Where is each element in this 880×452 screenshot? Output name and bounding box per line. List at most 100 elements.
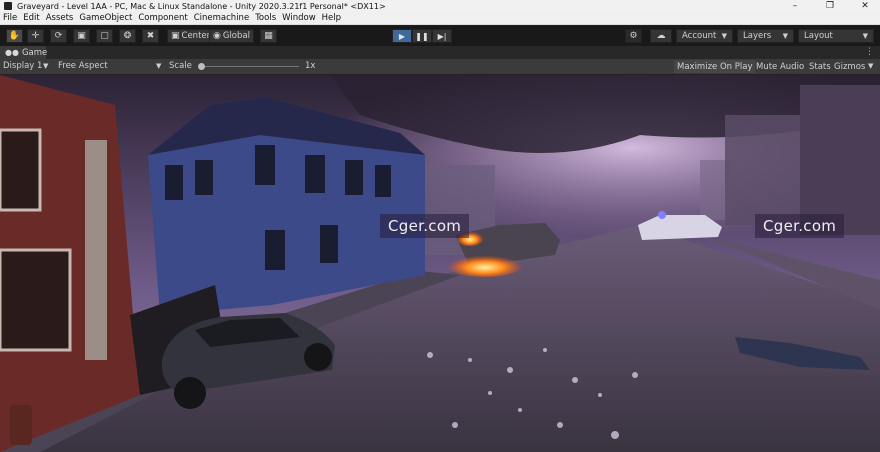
fire <box>447 253 523 277</box>
pivot-toggle[interactable]: ▣ Center <box>167 29 215 43</box>
rotate-tool-button[interactable]: ⟳ <box>50 29 67 43</box>
layout-dropdown[interactable]: Layout ▼ <box>798 29 874 43</box>
watermark: Cger.com <box>755 214 845 238</box>
menu-gameobject[interactable]: GameObject <box>79 13 132 23</box>
window <box>0 128 42 212</box>
brick-column <box>85 140 107 360</box>
scale-value: 1x <box>305 61 316 71</box>
chevron-down-icon: ▼ <box>782 32 788 40</box>
layers-label: Layers <box>743 31 772 41</box>
window <box>0 248 72 352</box>
tab-game[interactable]: ●● Game <box>0 46 48 59</box>
grid-icon: ▦ <box>264 31 273 41</box>
layout-label: Layout <box>804 31 833 41</box>
car-wheel <box>174 377 206 409</box>
space-toggle[interactable]: ◉ Global <box>209 29 254 43</box>
pause-icon: ❚❚ <box>415 31 429 41</box>
account-dropdown[interactable]: Account ▼ <box>676 29 733 43</box>
scale-icon: ▣ <box>77 31 86 41</box>
step-button[interactable]: ▶| <box>432 29 452 43</box>
rect-icon: ▢ <box>100 31 109 41</box>
move-tool-button[interactable]: ✛ <box>27 29 44 43</box>
menu-component[interactable]: Component <box>138 13 187 23</box>
menu-cinemachine[interactable]: Cinemachine <box>194 13 249 23</box>
chevron-down-icon: ▼ <box>156 62 162 70</box>
gizmos-toggle[interactable]: Gizmos <box>831 60 868 73</box>
gear-icon: ⚙ <box>629 31 638 41</box>
minimize-button[interactable]: – <box>780 0 810 12</box>
tab-options-icon[interactable]: ⋮ <box>865 47 874 57</box>
game-scene <box>0 75 880 452</box>
menu-help[interactable]: Help <box>322 13 341 23</box>
rotate-icon: ⟳ <box>54 31 63 41</box>
display-dropdown[interactable]: Display 1 <box>3 61 42 71</box>
hand-tool-button[interactable]: ✋ <box>6 29 23 43</box>
rect-tool-button[interactable]: ▢ <box>96 29 113 43</box>
play-icon: ▶ <box>398 31 406 41</box>
game-viewport[interactable]: Cger.com Cger.com <box>0 75 880 452</box>
layers-dropdown[interactable]: Layers ▼ <box>737 29 794 43</box>
globe-icon: ◉ <box>213 31 221 41</box>
pivot-label: Center <box>181 31 211 41</box>
siren-light <box>658 211 666 219</box>
transform-tool-button[interactable]: ❂ <box>119 29 136 43</box>
window <box>165 165 183 200</box>
stats-toggle[interactable]: Stats <box>806 60 834 73</box>
menu-assets[interactable]: Assets <box>46 13 74 23</box>
chevron-down-icon: ▼ <box>43 62 49 70</box>
pause-button[interactable]: ❚❚ <box>412 29 432 43</box>
right-building <box>725 115 810 225</box>
scale-tool-button[interactable]: ▣ <box>73 29 90 43</box>
window <box>345 160 363 195</box>
mute-audio-toggle[interactable]: Mute Audio <box>753 60 807 73</box>
transform-icon: ❂ <box>123 31 132 41</box>
gamepad-icon: ●● <box>5 48 19 57</box>
right-building-near <box>800 85 880 235</box>
close-button[interactable]: ✕ <box>850 0 880 12</box>
cloud-button[interactable]: ☁ <box>650 29 672 43</box>
chevron-down-icon: ▼ <box>868 62 874 70</box>
space-label: Global <box>222 31 250 41</box>
main-toolbar: ✋ ✛ ⟳ ▣ ▢ ❂ ✖ ▣ Center ◉ Global ▦ ▶ ❚❚ ▶… <box>0 26 880 46</box>
custom-tool-button[interactable]: ✖ <box>142 29 159 43</box>
window <box>255 145 275 185</box>
menu-bar: File Edit Assets GameObject Component Ci… <box>0 12 880 25</box>
window <box>375 165 391 197</box>
car-wheel <box>304 343 332 371</box>
window <box>320 225 338 263</box>
game-view-toolbar: Display 1 ▼ Free Aspect ▼ Scale 1x Maxim… <box>0 59 880 75</box>
unity-logo-icon <box>4 2 12 10</box>
watermark: Cger.com <box>380 214 470 238</box>
maximize-button[interactable]: ❐ <box>815 0 845 12</box>
scale-slider[interactable] <box>199 66 299 67</box>
window <box>305 155 325 193</box>
scale-label: Scale <box>169 61 192 71</box>
menu-tools[interactable]: Tools <box>255 13 276 23</box>
title-bar: Graveyard - Level 1AA - PC, Mac & Linux … <box>0 0 880 12</box>
grid-snap-button[interactable]: ▦ <box>260 29 277 43</box>
step-icon: ▶| <box>437 31 447 41</box>
playback-controls: ▶ ❚❚ ▶| <box>392 29 452 43</box>
menu-window[interactable]: Window <box>282 13 316 23</box>
window-title: Graveyard - Level 1AA - PC, Mac & Linux … <box>17 1 386 11</box>
hand-icon: ✋ <box>8 31 21 41</box>
account-label: Account <box>682 31 717 41</box>
window <box>265 230 285 270</box>
move-icon: ✛ <box>31 31 40 41</box>
pivot-icon: ▣ <box>171 31 180 41</box>
play-button[interactable]: ▶ <box>392 29 412 43</box>
fire-hydrant <box>10 405 32 445</box>
tab-bar: ●● Game ⋮ <box>0 46 880 59</box>
chevron-down-icon: ▼ <box>721 32 727 40</box>
window <box>195 160 213 195</box>
wrench-icon: ✖ <box>146 31 155 41</box>
menu-file[interactable]: File <box>3 13 17 23</box>
cloud-icon: ☁ <box>656 31 666 41</box>
scale-slider-handle[interactable] <box>198 63 205 70</box>
aspect-dropdown[interactable]: Free Aspect <box>58 61 108 71</box>
tab-game-label: Game <box>21 47 48 58</box>
chevron-down-icon: ▼ <box>862 32 868 40</box>
menu-edit[interactable]: Edit <box>23 13 39 23</box>
maximize-on-play-toggle[interactable]: Maximize On Play <box>674 60 756 73</box>
collab-button[interactable]: ⚙ <box>625 29 642 43</box>
